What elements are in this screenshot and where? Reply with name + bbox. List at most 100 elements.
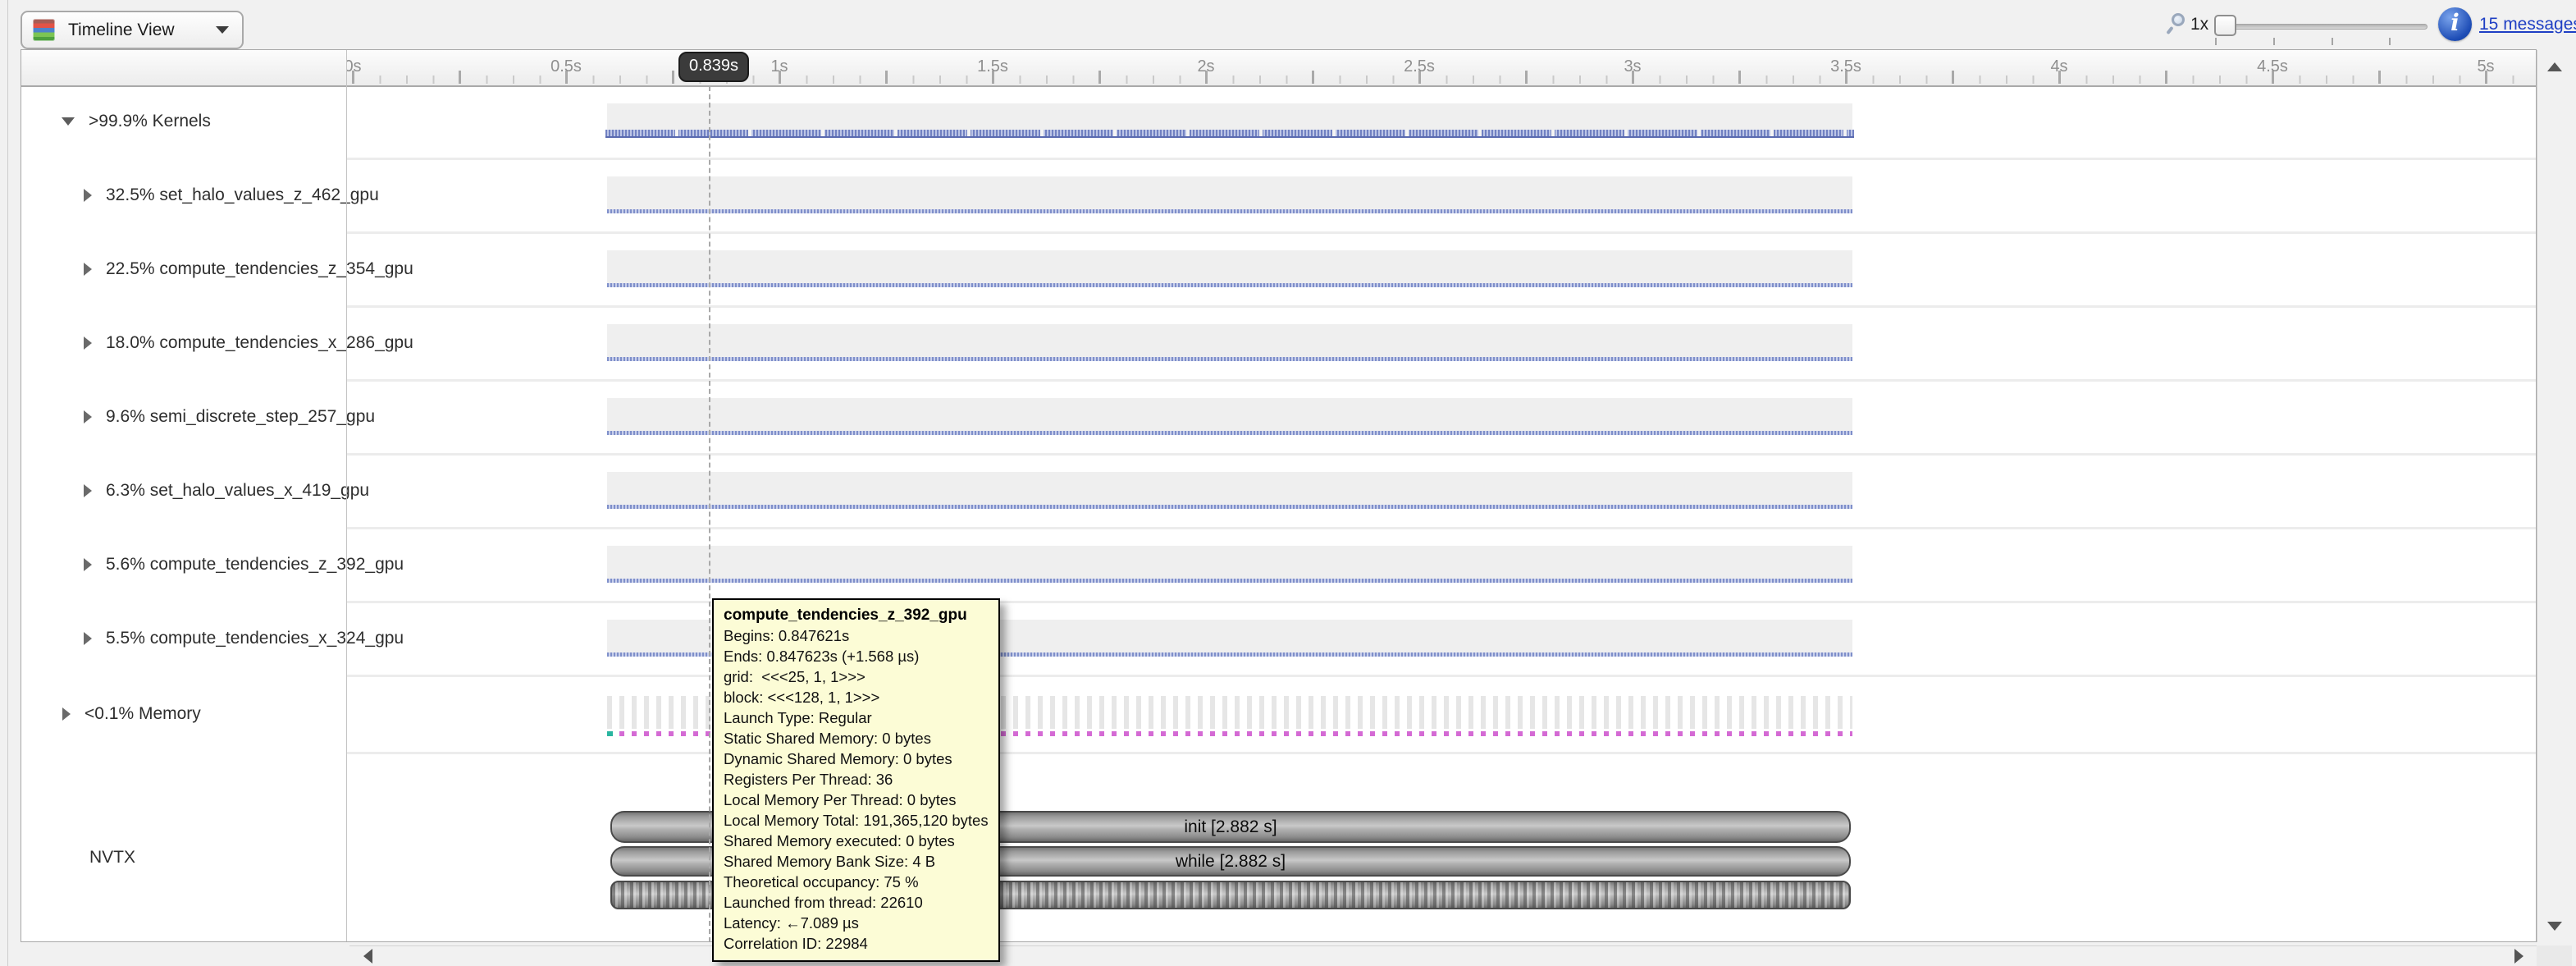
slider-tick bbox=[2273, 38, 2275, 45]
tree-row-label: 9.6% semi_discrete_step_257_gpu bbox=[106, 407, 375, 427]
kernel-track-band bbox=[607, 546, 1852, 579]
arrow-right-icon bbox=[2514, 949, 2523, 964]
row-separator bbox=[347, 379, 2536, 382]
nvtx-range-label: init [2.882 s] bbox=[1184, 817, 1277, 837]
row-separator bbox=[347, 527, 2536, 529]
tooltip-line: Theoretical occupancy: 75 % bbox=[724, 872, 989, 892]
view-selector-label: Timeline View bbox=[68, 21, 175, 40]
tooltip-line: Launch Type: Regular bbox=[724, 707, 989, 728]
row-separator bbox=[347, 601, 2536, 603]
tree-row-label: 32.5% set_halo_values_z_462_gpu bbox=[106, 185, 379, 205]
scroll-left-button[interactable] bbox=[353, 947, 382, 965]
tree-row-kernel[interactable]: 9.6% semi_discrete_step_257_gpu bbox=[21, 405, 346, 429]
arrow-left-icon bbox=[363, 949, 372, 964]
ruler-tick-label: 3s bbox=[1600, 57, 1665, 76]
row-separator bbox=[347, 453, 2536, 456]
zoom-magnifier-icon bbox=[2167, 13, 2188, 34]
slider-tick bbox=[2332, 38, 2333, 45]
kernel-track-bar[interactable] bbox=[607, 283, 1852, 287]
expand-collapse-icon[interactable] bbox=[84, 410, 92, 423]
expand-collapse-icon[interactable] bbox=[84, 558, 92, 571]
row-separator bbox=[347, 158, 2536, 160]
memory-first-marker bbox=[607, 731, 613, 736]
tree-row-kernel[interactable]: 5.6% compute_tendencies_z_392_gpu bbox=[21, 552, 346, 577]
scroll-up-button[interactable] bbox=[2540, 53, 2569, 80]
time-cursor-line bbox=[709, 86, 710, 942]
top-toolbar bbox=[0, 0, 2576, 49]
tree-row-nvtx[interactable]: NVTX bbox=[89, 848, 135, 868]
tooltip-line: Correlation ID: 22984 bbox=[724, 933, 989, 954]
ruler-tick-label: 4s bbox=[2026, 57, 2092, 76]
tree-row-label: 6.3% set_halo_values_x_419_gpu bbox=[106, 481, 369, 501]
tooltip-line: Shared Memory executed: 0 bytes bbox=[724, 831, 989, 851]
ruler-tick-label: 5s bbox=[2453, 57, 2519, 76]
zoom-slider-track[interactable] bbox=[2217, 24, 2428, 30]
messages-link[interactable]: 15 messages bbox=[2479, 15, 2576, 34]
expand-collapse-icon[interactable] bbox=[84, 263, 92, 276]
ruler-tick-label: 4.5s bbox=[2240, 57, 2305, 76]
tree-row-kernels[interactable]: >99.9% Kernels bbox=[21, 109, 346, 134]
tooltip-line: Ends: 0.847623s (+1.568 µs) bbox=[724, 646, 989, 666]
kernel-track-band bbox=[607, 324, 1852, 357]
kernel-track-bar[interactable] bbox=[607, 505, 1852, 509]
tree-row-label: >99.9% Kernels bbox=[89, 112, 211, 131]
zoom-slider-handle[interactable] bbox=[2214, 15, 2236, 36]
tree-row-kernel[interactable]: 32.5% set_halo_values_z_462_gpu bbox=[21, 183, 346, 208]
ruler-tick-label: 0.5s bbox=[533, 57, 599, 76]
expand-collapse-icon[interactable] bbox=[84, 189, 92, 202]
kernel-track-bar[interactable] bbox=[607, 209, 1852, 213]
time-cursor-badge: 0.839s bbox=[678, 52, 749, 82]
tree-timeline-divider[interactable] bbox=[346, 50, 347, 941]
tooltip-line: Local Memory Per Thread: 0 bytes bbox=[724, 790, 989, 810]
tree-row-kernel[interactable]: 18.0% compute_tendencies_x_286_gpu bbox=[21, 331, 346, 355]
ruler-tick-label: 1s bbox=[747, 57, 812, 76]
tree-row-kernel[interactable]: 22.5% compute_tendencies_z_354_gpu bbox=[21, 257, 346, 282]
magnifier-glass bbox=[2172, 13, 2185, 26]
tooltip-line: block: <<<128, 1, 1>>> bbox=[724, 687, 989, 707]
tree-row-kernel[interactable]: 6.3% set_halo_values_x_419_gpu bbox=[21, 478, 346, 503]
tooltip-line: Dynamic Shared Memory: 0 bytes bbox=[724, 749, 989, 769]
info-icon[interactable] bbox=[2438, 7, 2472, 41]
kernel-track-band bbox=[607, 398, 1852, 431]
view-selector-dropdown[interactable]: Timeline View bbox=[21, 11, 244, 49]
tooltip-line: grid: <<<25, 1, 1>>> bbox=[724, 666, 989, 687]
kernel-track-bar[interactable] bbox=[607, 579, 1852, 583]
tree-row-memory[interactable]: <0.1% Memory bbox=[21, 702, 346, 726]
kernel-track-bar[interactable] bbox=[607, 357, 1852, 361]
tooltip-title: compute_tendencies_z_392_gpu bbox=[724, 605, 989, 625]
scroll-down-button[interactable] bbox=[2540, 913, 2569, 939]
timeline-canvas[interactable]: init [2.882 s] while [2.882 s] bbox=[347, 86, 2536, 942]
kernel-track-bar[interactable] bbox=[607, 431, 1852, 435]
nvtx-range-label: while [2.882 s] bbox=[1176, 852, 1286, 872]
horizontal-scrollbar[interactable] bbox=[349, 945, 2537, 966]
chevron-down-icon bbox=[216, 26, 229, 34]
expand-collapse-icon[interactable] bbox=[84, 632, 92, 645]
tree-row-kernel[interactable]: 5.5% compute_tendencies_x_324_gpu bbox=[21, 626, 346, 651]
tooltip-line: Shared Memory Bank Size: 4 B bbox=[724, 851, 989, 872]
ruler-tick-label: 1.5s bbox=[960, 57, 1025, 76]
slider-tick bbox=[2389, 38, 2391, 45]
vertical-scrollbar[interactable] bbox=[2537, 50, 2572, 942]
row-separator bbox=[347, 675, 2536, 677]
kernels-summary-bar[interactable] bbox=[605, 130, 1854, 138]
kernel-track-band bbox=[607, 250, 1852, 283]
tooltip-line: Latency: ←7.089 µs bbox=[724, 913, 989, 933]
tooltip-line: Static Shared Memory: 0 bytes bbox=[724, 728, 989, 749]
tooltip-line: Registers Per Thread: 36 bbox=[724, 769, 989, 790]
arrow-up-icon bbox=[2547, 62, 2562, 71]
row-separator bbox=[347, 231, 2536, 234]
expand-collapse-icon[interactable] bbox=[84, 336, 92, 350]
kernel-track-band bbox=[607, 176, 1852, 209]
tooltip-line: Launched from thread: 22610 bbox=[724, 892, 989, 913]
scroll-right-button[interactable] bbox=[2504, 947, 2533, 965]
expand-collapse-icon[interactable] bbox=[62, 707, 71, 721]
tooltip-line: Begins: 0.847621s bbox=[724, 625, 989, 646]
time-ruler[interactable]: 0s 0.5s 1s 1.5s 2s 2.5s 3s 3.5s 4s 4.5s … bbox=[347, 50, 2536, 85]
expand-collapse-icon[interactable] bbox=[62, 117, 75, 126]
expand-collapse-icon[interactable] bbox=[84, 484, 92, 497]
scrollbar-corner bbox=[2537, 945, 2572, 966]
arrow-down-icon bbox=[2547, 922, 2562, 931]
window-edge-divider bbox=[7, 0, 8, 966]
kernel-tooltip: compute_tendencies_z_392_gpu Begins: 0.8… bbox=[712, 598, 1000, 962]
ruler-tick-label: 2s bbox=[1173, 57, 1239, 76]
